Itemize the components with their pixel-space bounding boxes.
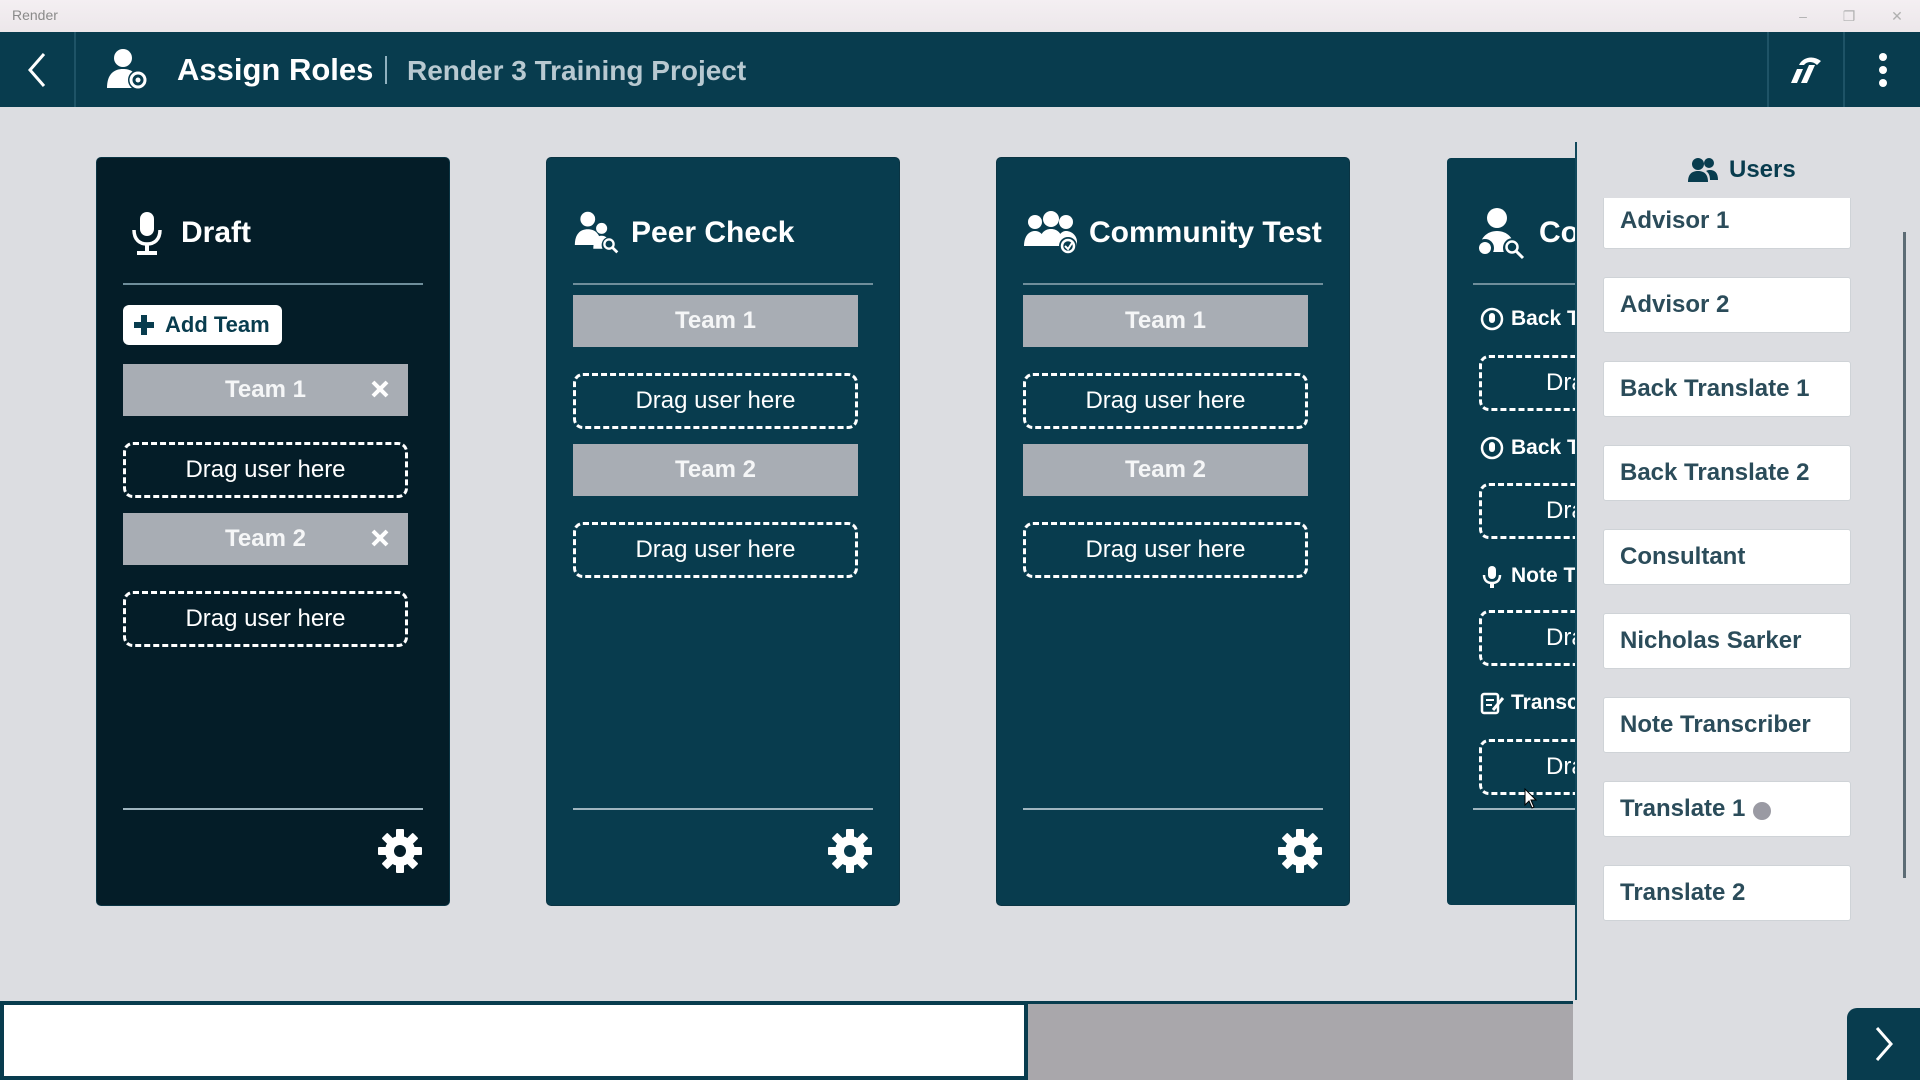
- user-card[interactable]: Back Translate 1: [1603, 361, 1851, 417]
- close-icon[interactable]: [368, 377, 392, 401]
- peer-check-icon: [574, 211, 619, 254]
- maximize-button[interactable]: ❐: [1826, 4, 1872, 28]
- team-bar: Team 1: [123, 364, 408, 416]
- gear-icon[interactable]: [377, 828, 423, 874]
- role-card-consultant-check[interactable]: Co Back T Dra Back T Dra Note Tr Dra Tra…: [1447, 158, 1575, 905]
- user-card[interactable]: Advisor 1: [1603, 198, 1851, 249]
- note-microphone-icon: [1482, 566, 1502, 588]
- drag-user-drop-zone[interactable]: Dra: [1479, 739, 1575, 795]
- community-test-icon: [1024, 211, 1077, 255]
- user-name: Translate 1: [1620, 795, 1746, 822]
- user-card[interactable]: Back Translate 2: [1603, 445, 1851, 501]
- user-card[interactable]: Nicholas Sarker: [1603, 613, 1851, 669]
- card-title: Draft: [181, 216, 252, 249]
- assign-roles-icon: [107, 49, 148, 90]
- card-title: Community Test: [1089, 216, 1322, 249]
- add-team-button[interactable]: Add Team: [123, 305, 282, 345]
- drag-user-drop-zone[interactable]: Drag user here: [573, 373, 858, 429]
- team-label: Team 1: [225, 376, 306, 403]
- drag-user-drop-zone[interactable]: Dra: [1479, 483, 1575, 539]
- user-card[interactable]: Advisor 2: [1603, 277, 1851, 333]
- window-title: Render: [12, 7, 58, 23]
- gear-icon[interactable]: [1277, 828, 1323, 874]
- horizontal-scroll-track[interactable]: [1028, 1001, 1573, 1080]
- sync-button[interactable]: [1767, 32, 1845, 107]
- users-scrollbar[interactable]: [1903, 232, 1906, 878]
- divider: [1023, 283, 1323, 285]
- window-titlebar: Render – ❐ ✕: [0, 0, 1920, 32]
- users-panel-header: Users: [1687, 150, 1796, 190]
- card-header: Draft: [123, 208, 251, 258]
- team-bar: Team 1: [573, 295, 858, 347]
- drag-user-drop-zone[interactable]: Drag user here: [573, 522, 858, 578]
- subrole-note-transcribe: Note Tr: [1479, 561, 1575, 591]
- divider: [573, 808, 873, 810]
- transcribe-icon: [1480, 692, 1505, 715]
- team-bar: Team 2: [573, 444, 858, 496]
- more-vertical-icon: [1878, 52, 1887, 87]
- status-dot: [1753, 801, 1772, 820]
- divider: [1473, 283, 1575, 285]
- divider: [123, 283, 423, 285]
- card-title: Co: [1539, 216, 1575, 249]
- drag-user-drop-zone[interactable]: Dra: [1479, 610, 1575, 666]
- role-card-peer-check[interactable]: Peer Check Team 1 Drag user here Team 2 …: [547, 158, 899, 905]
- back-button[interactable]: [0, 32, 76, 107]
- team-label: Team 2: [675, 456, 756, 483]
- close-icon[interactable]: [368, 526, 392, 550]
- drag-user-drop-zone[interactable]: Drag user here: [1023, 373, 1308, 429]
- drag-user-drop-zone[interactable]: Drag user here: [123, 442, 408, 498]
- app-header: Assign Roles Render 3 Training Project: [0, 32, 1920, 107]
- card-title: Peer Check: [631, 216, 795, 249]
- subrole-back-translate-1: Back T: [1479, 304, 1575, 334]
- team-label: Team 1: [1125, 307, 1206, 334]
- user-card[interactable]: Translate 2: [1603, 865, 1851, 921]
- bottom-input-area[interactable]: [0, 1001, 1028, 1080]
- team-bar: Team 2: [123, 513, 408, 565]
- team-bar: Team 1: [1023, 295, 1308, 347]
- user-card[interactable]: Consultant: [1603, 529, 1851, 585]
- users-list[interactable]: Advisor 1 Advisor 2 Back Translate 1 Bac…: [1577, 198, 1920, 938]
- divider: [573, 283, 873, 285]
- mouse-cursor-icon: [1524, 788, 1538, 809]
- next-button[interactable]: [1847, 1008, 1920, 1080]
- project-name: Render 3 Training Project: [407, 55, 747, 86]
- role-card-draft[interactable]: Draft Add Team Team 1 Drag user here Tea…: [97, 158, 449, 905]
- user-card[interactable]: Translate 1: [1603, 781, 1851, 837]
- role-card-community-test[interactable]: Community Test Team 1 Drag user here Tea…: [997, 158, 1349, 905]
- sync-icon: [1791, 57, 1821, 83]
- add-team-label: Add Team: [165, 312, 270, 337]
- team-label: Team 2: [225, 525, 306, 552]
- card-header: Co: [1473, 208, 1575, 260]
- card-header: Peer Check: [573, 208, 794, 258]
- back-translate-icon: [1480, 436, 1504, 460]
- drag-user-drop-zone[interactable]: Dra: [1479, 355, 1575, 411]
- back-translate-icon: [1480, 307, 1504, 331]
- more-options-button[interactable]: [1845, 32, 1920, 107]
- subrole-back-translate-2: Back T: [1479, 433, 1575, 463]
- team-label: Team 2: [1125, 456, 1206, 483]
- gear-icon[interactable]: [827, 828, 873, 874]
- subrole-transcribe: Transc: [1479, 688, 1575, 718]
- team-bar: Team 2: [1023, 444, 1308, 496]
- users-panel-title: Users: [1729, 156, 1796, 183]
- drag-user-drop-zone[interactable]: Drag user here: [123, 591, 408, 647]
- drag-user-drop-zone[interactable]: Drag user here: [1023, 522, 1308, 578]
- title-divider: [385, 56, 387, 84]
- divider: [1023, 808, 1323, 810]
- users-icon: [1688, 158, 1718, 182]
- next-arrow-icon: [1875, 1027, 1893, 1061]
- team-label: Team 1: [675, 307, 756, 334]
- divider: [123, 808, 423, 810]
- consultant-check-icon: [1476, 208, 1525, 260]
- close-window-button[interactable]: ✕: [1874, 4, 1920, 28]
- minimize-button[interactable]: –: [1780, 4, 1826, 28]
- user-card[interactable]: Note Transcriber: [1603, 697, 1851, 753]
- card-header: Community Test: [1023, 208, 1322, 258]
- page-title: Assign Roles: [177, 52, 374, 87]
- users-panel: Users Advisor 1 Advisor 2 Back Translate…: [1575, 142, 1920, 1000]
- microphone-icon: [132, 212, 162, 255]
- plus-icon: [134, 315, 154, 335]
- back-arrow-icon: [28, 52, 46, 87]
